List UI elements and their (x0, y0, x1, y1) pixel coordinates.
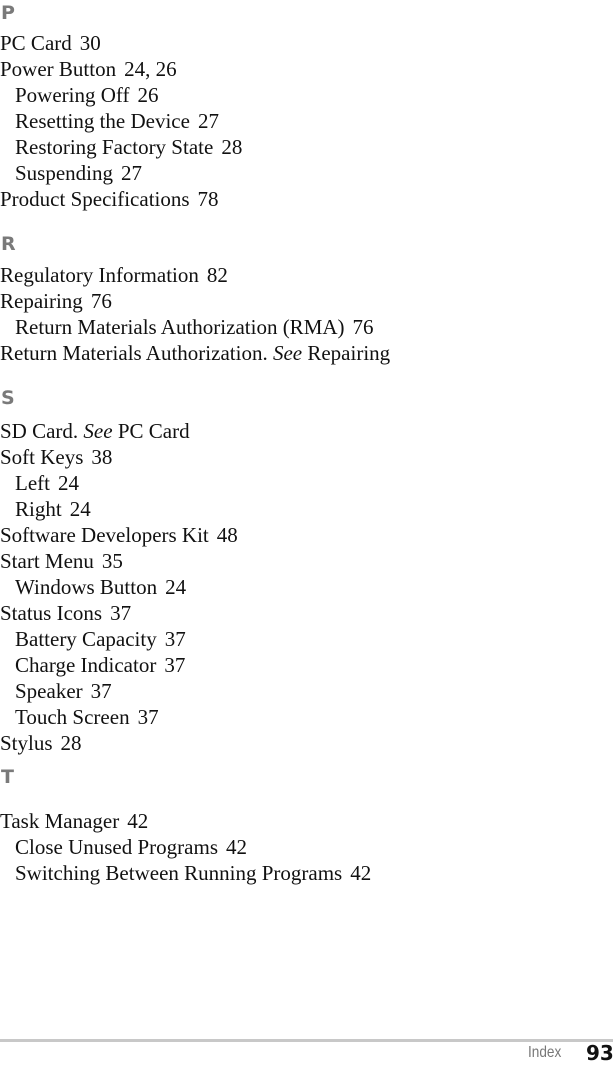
index-subentry: Left 24 (15, 470, 79, 496)
index-subentry: Return Materials Authorization (RMA) 76 (15, 314, 374, 340)
entry-term: Task Manager (0, 809, 120, 833)
entry-term: Regulatory Information (0, 263, 199, 287)
index-subentry: Suspending 27 (15, 160, 142, 186)
entry-page-ref[interactable]: 24 (165, 575, 186, 599)
footer-page-number: 93 (586, 1041, 613, 1065)
entry-page-ref[interactable]: 37 (110, 601, 131, 625)
entry-term: Soft Keys (0, 445, 84, 469)
entry-page-ref[interactable]: 42 (226, 835, 247, 859)
index-entry: SD Card. See PC Card (0, 418, 190, 444)
index-entry: Soft Keys 38 (0, 444, 112, 470)
entry-page-ref[interactable]: 37 (91, 679, 112, 703)
section-letter-s: S (1, 387, 15, 409)
entry-term: Power Button (0, 57, 117, 81)
entry-term: SD Card. (0, 419, 79, 443)
entry-term: Right (15, 497, 62, 521)
entry-page-ref[interactable]: 76 (91, 289, 112, 313)
entry-term: Repairing (0, 289, 83, 313)
index-entry: Stylus 28 (0, 730, 82, 756)
entry-term: Start Menu (0, 549, 94, 573)
footer-section-label: Index (528, 1044, 562, 1061)
entry-term: Left (15, 471, 50, 495)
entry-term: Charge Indicator (15, 653, 157, 677)
entry-page-ref[interactable]: 78 (198, 187, 219, 211)
footer-divider (0, 1039, 613, 1042)
index-entry: Start Menu 35 (0, 548, 123, 574)
index-entry: Status Icons 37 (0, 600, 131, 626)
entry-term: Return Materials Authorization. (0, 341, 268, 365)
index-entry: Return Materials Authorization. See Repa… (0, 340, 390, 366)
entry-term: Close Unused Programs (15, 835, 218, 859)
index-entry: Regulatory Information 82 (0, 262, 228, 288)
index-subentry: Touch Screen 37 (15, 704, 159, 730)
entry-term: Battery Capacity (15, 627, 157, 651)
entry-page-ref[interactable]: 42 (350, 861, 371, 885)
entry-term: Product Specifications (0, 187, 190, 211)
entry-page-ref[interactable]: 27 (198, 109, 219, 133)
index-entry: Software Developers Kit 48 (0, 522, 238, 548)
entry-term: PC Card (0, 31, 72, 55)
entry-page-ref[interactable]: 24 (70, 497, 91, 521)
index-subentry: Windows Button 24 (15, 574, 186, 600)
index-subentry: Resetting the Device 27 (15, 108, 219, 134)
entry-term: Status Icons (0, 601, 103, 625)
section-letter-p: P (1, 2, 15, 24)
see-target[interactable]: Repairing (307, 341, 390, 365)
index-subentry: Speaker 37 (15, 678, 112, 704)
see-label: See (272, 341, 303, 365)
index-entry: Repairing 76 (0, 288, 112, 314)
entry-term: Switching Between Running Programs (15, 861, 343, 885)
see-target[interactable]: PC Card (118, 419, 190, 443)
index-subentry: Restoring Factory State 28 (15, 134, 242, 160)
entry-page-ref[interactable]: 42 (127, 809, 148, 833)
index-entry: Task Manager 42 (0, 808, 148, 834)
index-subentry: Powering Off 26 (15, 82, 159, 108)
entry-page-ref[interactable]: 48 (217, 523, 238, 547)
index-subentry: Charge Indicator 37 (15, 652, 185, 678)
entry-term: Suspending (15, 161, 114, 185)
entry-term: Stylus (0, 731, 53, 755)
entry-term: Touch Screen (15, 705, 130, 729)
index-entry: Product Specifications 78 (0, 186, 219, 212)
index-subentry: Switching Between Running Programs 42 (15, 860, 371, 886)
entry-page-ref[interactable]: 37 (165, 627, 186, 651)
entry-page-ref[interactable]: 82 (207, 263, 228, 287)
entry-page-ref[interactable]: 35 (102, 549, 123, 573)
entry-page-ref[interactable]: 30 (80, 31, 101, 55)
entry-term: Powering Off (15, 83, 130, 107)
section-letter-t: T (1, 766, 14, 788)
entry-term: Windows Button (15, 575, 158, 599)
entry-page-ref[interactable]: 76 (353, 315, 374, 339)
entry-page-ref[interactable]: 27 (121, 161, 142, 185)
entry-page-ref[interactable]: 28 (221, 135, 242, 159)
entry-page-ref[interactable]: 24 (58, 471, 79, 495)
entry-page-ref[interactable]: 26 (138, 83, 159, 107)
entry-term: Restoring Factory State (15, 135, 214, 159)
entry-page-ref[interactable]: 37 (164, 653, 185, 677)
index-subentry: Close Unused Programs 42 (15, 834, 247, 860)
entry-term: Return Materials Authorization (RMA) (15, 315, 345, 339)
index-subentry: Right 24 (15, 496, 91, 522)
index-subentry: Battery Capacity 37 (15, 626, 186, 652)
entry-term: Resetting the Device (15, 109, 190, 133)
see-label: See (83, 419, 113, 443)
entry-term: Software Developers Kit (0, 523, 209, 547)
entry-term: Speaker (15, 679, 83, 703)
index-entry: PC Card 30 (0, 30, 101, 56)
entry-page-ref[interactable]: 28 (61, 731, 82, 755)
entry-page-ref[interactable]: 24, 26 (124, 57, 177, 81)
index-entry: Power Button 24, 26 (0, 56, 177, 82)
section-letter-r: R (1, 233, 16, 255)
entry-page-ref[interactable]: 38 (91, 445, 112, 469)
entry-page-ref[interactable]: 37 (138, 705, 159, 729)
